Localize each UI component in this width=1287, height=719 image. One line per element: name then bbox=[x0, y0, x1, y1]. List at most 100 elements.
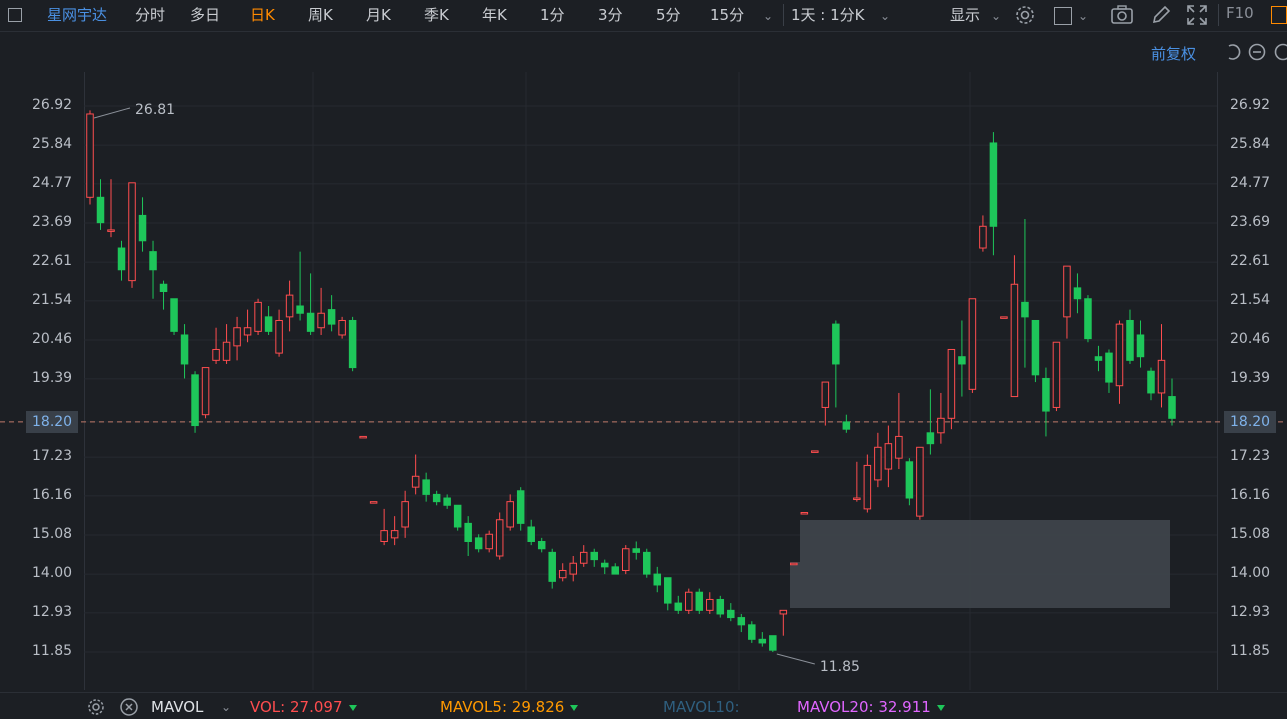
candle-body bbox=[465, 523, 472, 541]
price-tick-label: 14.00 bbox=[32, 565, 72, 581]
candle-body bbox=[108, 230, 115, 232]
candle-body bbox=[265, 317, 272, 331]
price-tick-label: 11.85 bbox=[32, 643, 72, 659]
price-tick-label: 11.85 bbox=[1230, 643, 1270, 659]
candle-body bbox=[223, 342, 230, 360]
price-tick-label: 26.92 bbox=[1230, 97, 1270, 113]
candle-body bbox=[528, 527, 535, 541]
price-tick-label: 20.46 bbox=[1230, 331, 1270, 347]
candle-body bbox=[538, 541, 545, 548]
candle-body bbox=[234, 328, 241, 346]
selection-overlay bbox=[790, 520, 1170, 608]
candle-body bbox=[255, 302, 262, 331]
price-tick-label: 12.93 bbox=[32, 604, 72, 620]
candle-body bbox=[160, 284, 167, 291]
price-tick-label: 17.23 bbox=[1230, 448, 1270, 464]
candle-body bbox=[1053, 342, 1060, 407]
candle-body bbox=[559, 570, 566, 577]
candle-body bbox=[1137, 335, 1144, 357]
candle-body bbox=[549, 552, 556, 581]
candle-body bbox=[1043, 378, 1050, 411]
candle-body bbox=[1116, 324, 1123, 386]
indicator-bar: MAVOL ⌄ VOL: 27.097 MAVOL5: 29.826 MAVOL… bbox=[0, 692, 1287, 719]
candle-body bbox=[444, 498, 451, 505]
low-leader-line bbox=[777, 654, 815, 664]
candle-body bbox=[360, 436, 367, 438]
high-leader-line bbox=[94, 108, 130, 118]
candle-body bbox=[780, 610, 787, 614]
candle-body bbox=[612, 567, 619, 574]
candle-body bbox=[980, 226, 987, 248]
mavol5-value: 29.826 bbox=[512, 698, 565, 716]
candle-body bbox=[412, 476, 419, 487]
candle-body bbox=[948, 349, 955, 418]
candle-body bbox=[307, 313, 314, 331]
candlestick-chart[interactable]: 26.81 11.85 bbox=[0, 0, 1287, 718]
price-tick-label: 20.46 bbox=[32, 331, 72, 347]
price-tick-label: 12.93 bbox=[1230, 604, 1270, 620]
candle-body bbox=[896, 436, 903, 458]
candle-body bbox=[675, 603, 682, 610]
candle-body bbox=[654, 574, 661, 585]
candle-body bbox=[202, 368, 209, 415]
price-tick-label: 16.16 bbox=[32, 487, 72, 503]
candle-body bbox=[917, 447, 924, 516]
candle-body bbox=[812, 451, 819, 453]
price-tick-label: 16.16 bbox=[1230, 487, 1270, 503]
candle-body bbox=[370, 502, 377, 504]
candle-body bbox=[1022, 302, 1029, 316]
indicator-chevron-icon[interactable]: ⌄ bbox=[221, 700, 231, 714]
candle-body bbox=[644, 552, 651, 574]
price-tick-label: 17.23 bbox=[32, 448, 72, 464]
candle-body bbox=[665, 578, 672, 603]
candle-body bbox=[1064, 266, 1071, 317]
price-tick-label: 24.77 bbox=[1230, 175, 1270, 191]
down-arrow-icon bbox=[570, 705, 578, 711]
candle-body bbox=[517, 491, 524, 524]
high-price-label: 26.81 bbox=[135, 102, 175, 118]
candle-body bbox=[580, 552, 587, 563]
candle-body bbox=[507, 502, 514, 527]
candle-body bbox=[433, 494, 440, 501]
mavol20-value: 32.911 bbox=[878, 698, 931, 716]
mavol5-readout: MAVOL5: 29.826 bbox=[440, 698, 578, 716]
close-icon[interactable] bbox=[119, 697, 139, 717]
candle-body bbox=[129, 183, 136, 281]
price-tick-label: 15.08 bbox=[32, 526, 72, 542]
candle-body bbox=[318, 313, 325, 327]
mavol20-label: MAVOL20: bbox=[797, 698, 874, 716]
candle-body bbox=[87, 114, 94, 197]
candle-body bbox=[969, 299, 976, 390]
candle-body bbox=[328, 310, 335, 324]
vol-label: VOL: bbox=[250, 698, 285, 716]
down-arrow-icon bbox=[349, 705, 357, 711]
indicator-name[interactable]: MAVOL bbox=[151, 698, 203, 716]
candle-body bbox=[622, 549, 629, 571]
candle-body bbox=[1085, 299, 1092, 339]
candle-body bbox=[885, 444, 892, 469]
low-price-label: 11.85 bbox=[820, 659, 860, 675]
candle-body bbox=[959, 357, 966, 364]
price-tick-label: 19.39 bbox=[1230, 370, 1270, 386]
candle-body bbox=[1095, 357, 1102, 361]
candle-body bbox=[927, 433, 934, 444]
candle-body bbox=[181, 335, 188, 364]
candle-body bbox=[591, 552, 598, 559]
gear-icon[interactable] bbox=[86, 697, 106, 717]
candle-body bbox=[1001, 317, 1008, 319]
price-tick-label: 15.08 bbox=[1230, 526, 1270, 542]
candle-body bbox=[990, 143, 997, 226]
candle-body bbox=[843, 422, 850, 429]
candle-body bbox=[1158, 360, 1165, 393]
candle-body bbox=[696, 592, 703, 610]
vol-readout: VOL: 27.097 bbox=[250, 698, 357, 716]
candle-body bbox=[454, 505, 461, 527]
candle-body bbox=[686, 592, 693, 610]
candle-body bbox=[423, 480, 430, 494]
candle-body bbox=[749, 625, 756, 639]
candle-body bbox=[864, 465, 871, 508]
candle-body bbox=[938, 418, 945, 432]
candle-body bbox=[244, 328, 251, 335]
candle-body bbox=[192, 375, 199, 426]
mavol5-label: MAVOL5: bbox=[440, 698, 507, 716]
